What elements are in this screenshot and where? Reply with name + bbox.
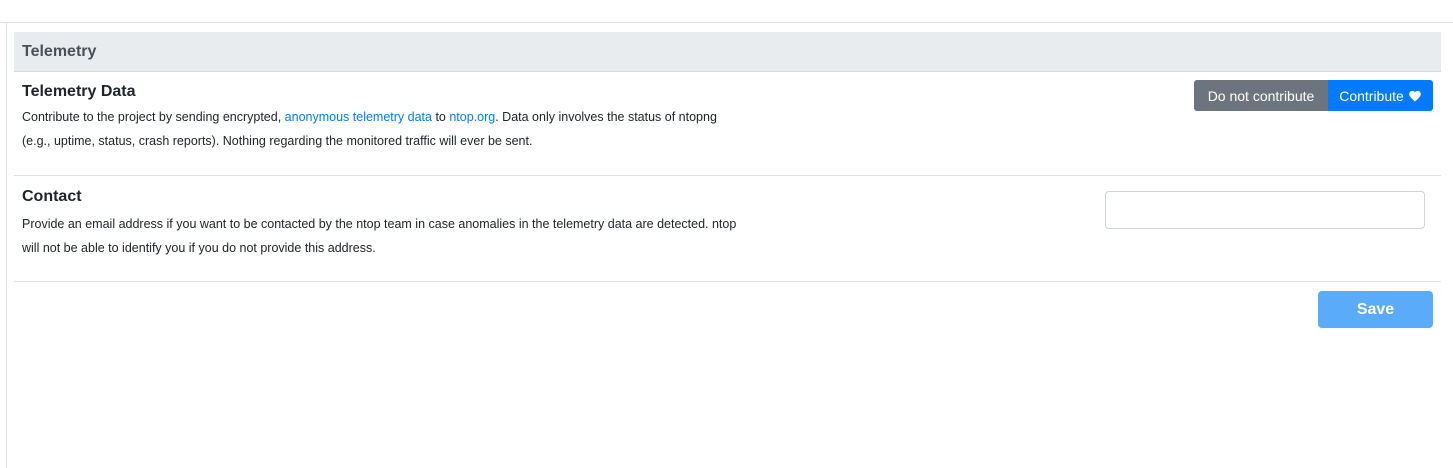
telemetry-card: Telemetry Telemetry Data Contribute to t… — [14, 32, 1441, 282]
telemetry-data-title: Telemetry Data — [22, 83, 136, 100]
contact-description: Provide an email address if you want to … — [22, 217, 737, 255]
contribute-button[interactable]: Contribute — [1328, 80, 1433, 111]
save-button[interactable]: Save — [1318, 291, 1433, 328]
contact-title: Contact — [22, 188, 82, 205]
page: Telemetry Telemetry Data Contribute to t… — [0, 0, 1453, 468]
contribute-toggle-group: Do not contribute Contribute — [1194, 80, 1433, 111]
section-title: Telemetry — [22, 42, 97, 60]
contact-setting-row: Contact Provide an email address if you … — [14, 176, 1441, 282]
telemetry-desc-prefix: Contribute to the project by sending enc… — [22, 110, 285, 124]
telemetry-setting-row: Telemetry Data Contribute to the project… — [14, 72, 1441, 176]
ntop-org-link[interactable]: ntop.org — [449, 110, 495, 124]
telemetry-desc-to: to — [431, 110, 450, 124]
telemetry-data-description: Contribute to the project by sending enc… — [22, 105, 742, 153]
heart-icon — [1408, 90, 1421, 102]
left-divider — [6, 23, 7, 468]
contribute-label: Contribute — [1339, 87, 1404, 104]
email-field[interactable] — [1105, 191, 1425, 229]
do-not-contribute-button[interactable]: Do not contribute — [1194, 80, 1328, 111]
anonymous-telemetry-link[interactable]: anonymous telemetry data — [285, 110, 432, 124]
top-divider — [0, 22, 1453, 23]
card-header: Telemetry — [14, 32, 1441, 72]
